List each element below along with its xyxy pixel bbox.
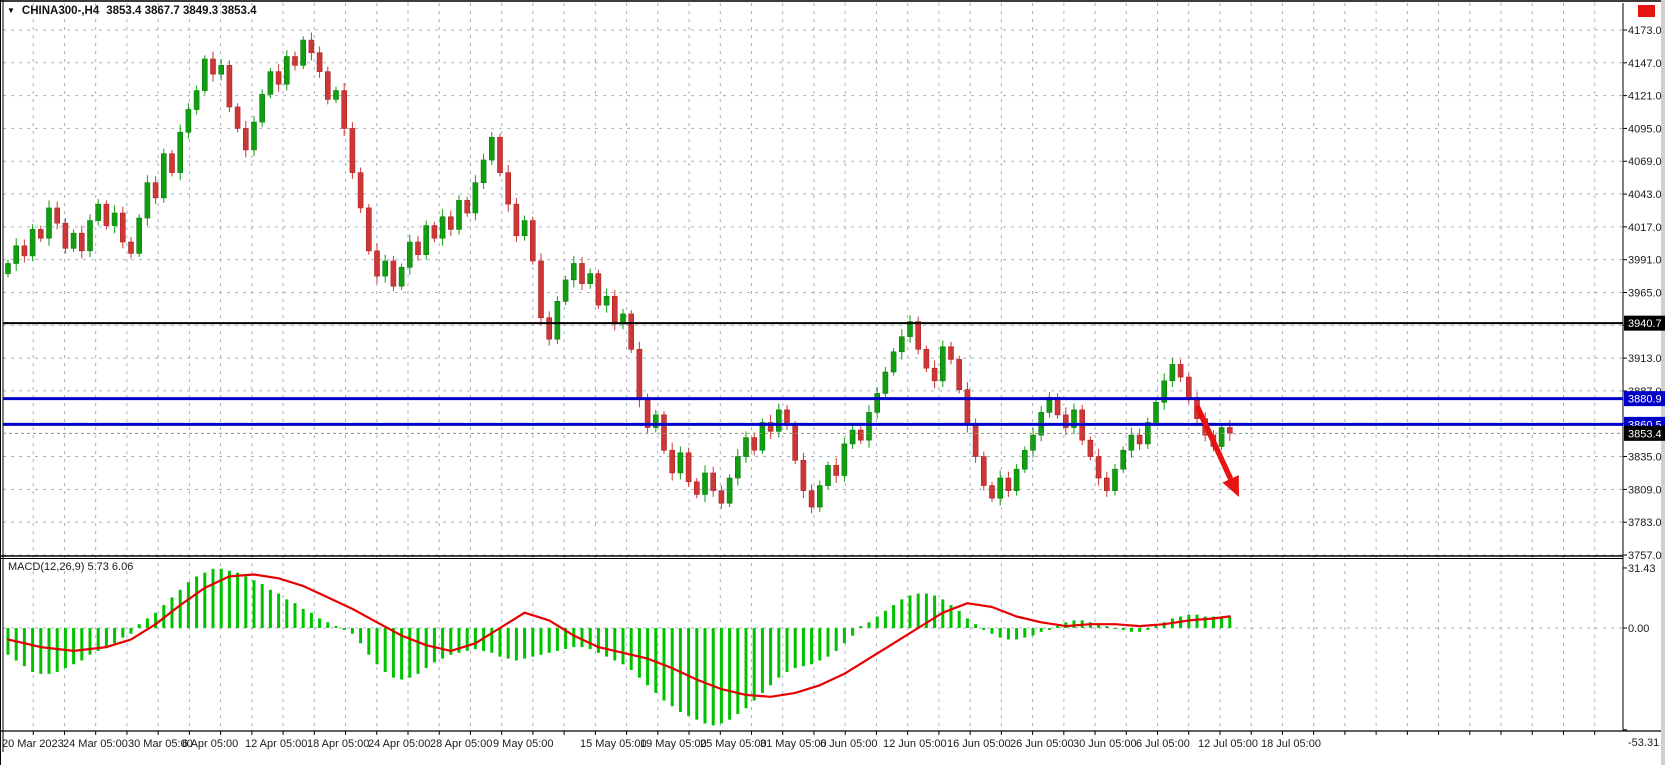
price-badge-label: 3853.4 bbox=[1628, 428, 1662, 440]
candlesticks bbox=[6, 33, 1233, 514]
price-axis-label: 4069.0 bbox=[1628, 156, 1662, 168]
price-axis-label: 3809.0 bbox=[1628, 484, 1662, 496]
trend-arrow-annotation[interactable] bbox=[1197, 406, 1239, 497]
macd-axis-label: -53.31 bbox=[1628, 737, 1659, 749]
x-axis-label: 6 Jul 05:00 bbox=[1136, 738, 1190, 750]
x-axis-label: 12 Jul 05:00 bbox=[1198, 738, 1258, 750]
macd-axis-label: 31.43 bbox=[1628, 563, 1656, 575]
x-axis-label: 24 Apr 05:00 bbox=[368, 738, 430, 750]
price-axis-label: 4017.0 bbox=[1628, 222, 1662, 234]
horizontal-lines[interactable] bbox=[3, 323, 1623, 433]
price-axis-label: 3835.0 bbox=[1628, 452, 1662, 464]
x-axis-label: 9 May 05:00 bbox=[493, 738, 554, 750]
macd-axis: 31.43 0.00 -53.31 bbox=[1623, 563, 1659, 749]
x-axis-label: 12 Jun 05:00 bbox=[883, 738, 947, 750]
chart-ohlc-values: 3853.4 3867.7 3849.3 3853.4 bbox=[106, 5, 256, 17]
price-badge-label: 3940.7 bbox=[1628, 318, 1662, 330]
x-axis-label: 28 Apr 05:00 bbox=[430, 738, 492, 750]
price-axis-label: 3991.0 bbox=[1628, 255, 1662, 267]
price-axis-label: 3913.0 bbox=[1628, 353, 1662, 365]
macd-histogram bbox=[7, 569, 1232, 726]
macd-signal-line bbox=[8, 575, 1230, 697]
price-chart-canvas[interactable]: 4173.0 4147.0 4121.0 4095.0 4069.0 4043.0 4017… bbox=[0, 0, 1665, 765]
x-axis-label: 30 Jun 05:00 bbox=[1073, 738, 1137, 750]
window-edge-strip bbox=[1661, 0, 1665, 765]
x-axis-label: 19 May 05:00 bbox=[640, 738, 707, 750]
price-axis-label: 3757.0 bbox=[1628, 550, 1662, 562]
x-axis-label: 6 Jun 05:00 bbox=[820, 738, 878, 750]
price-badge-label: 3880.9 bbox=[1628, 394, 1662, 406]
frame-borders bbox=[0, 0, 1665, 765]
price-axis-label: 4147.0 bbox=[1628, 58, 1662, 70]
price-axis-label: 4173.0 bbox=[1628, 25, 1662, 37]
macd-axis-label: 0.00 bbox=[1628, 623, 1649, 635]
x-axis-label: 26 Jun 05:00 bbox=[1010, 738, 1074, 750]
macd-indicator-label: MACD(12,26,9) 5.73 6.06 bbox=[8, 561, 133, 573]
chart-dropdown-icon[interactable]: ▼ bbox=[7, 7, 15, 15]
price-badges: 3940.73880.93860.53853.4 bbox=[1624, 316, 1665, 441]
x-axis-label: 18 Jul 05:00 bbox=[1261, 738, 1321, 750]
price-axis-label: 4121.0 bbox=[1628, 91, 1662, 103]
x-axis-label: 24 Mar 05:00 bbox=[63, 738, 128, 750]
x-axis-label: 25 May 05:00 bbox=[700, 738, 767, 750]
price-axis-label: 3783.0 bbox=[1628, 517, 1662, 529]
price-axis-label: 3965.0 bbox=[1628, 287, 1662, 299]
x-axis-label: 16 Jun 05:00 bbox=[947, 738, 1011, 750]
x-axis-label: 12 Apr 05:00 bbox=[245, 738, 307, 750]
x-axis-label: 15 May 05:00 bbox=[580, 738, 647, 750]
chart-title: ▼ CHINA300-,H4 3853.4 3867.7 3849.3 3853… bbox=[7, 5, 257, 17]
x-axis-label: 6 Apr 05:00 bbox=[182, 738, 238, 750]
red-square-annotation bbox=[1638, 5, 1655, 17]
x-axis-label: 18 Apr 05:00 bbox=[307, 738, 369, 750]
x-axis-label: 20 Mar 2023 bbox=[2, 738, 64, 750]
chart-symbol-period: CHINA300-,H4 bbox=[22, 5, 99, 17]
x-axis-label: 31 May 05:00 bbox=[760, 738, 827, 750]
price-axis: 4173.0 4147.0 4121.0 4095.0 4069.0 4043.0 4017… bbox=[1623, 25, 1662, 562]
chart-window: 4173.0 4147.0 4121.0 4095.0 4069.0 4043.0 4017… bbox=[0, 0, 1665, 765]
price-axis-label: 4095.0 bbox=[1628, 123, 1662, 135]
time-axis: 20 Mar 202324 Mar 05:0030 Mar 05:006 Apr… bbox=[2, 731, 1595, 750]
price-axis-label: 4043.0 bbox=[1628, 189, 1662, 201]
